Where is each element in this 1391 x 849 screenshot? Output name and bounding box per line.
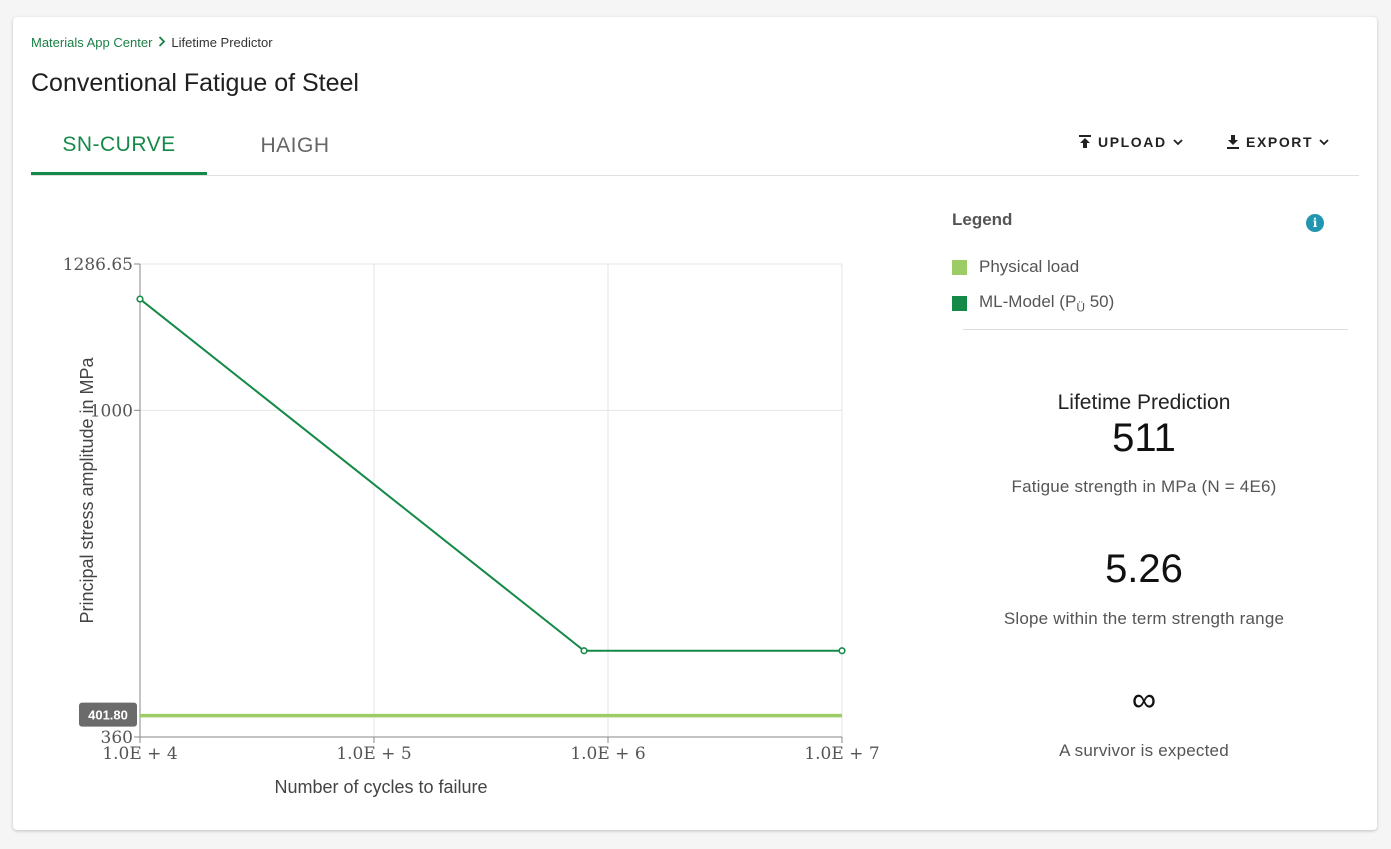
legend-label-ml-model-main: ML-Model (P bbox=[979, 292, 1077, 311]
info-icon[interactable]: i bbox=[1306, 214, 1324, 232]
legend-swatch-physical-load bbox=[952, 259, 967, 275]
sn-curve-chart: 1.0E + 4 1.0E + 5 1.0E + 6 1.0E + 71286.651… bbox=[63, 255, 880, 797]
upload-button[interactable]: UPLOAD bbox=[1078, 134, 1183, 150]
fatigue-strength-value: 511 bbox=[1112, 416, 1176, 460]
legend-title: Legend bbox=[952, 210, 1013, 229]
fatigue-strength-label: Fatigue strength in MPa (N = 4E6) bbox=[1011, 477, 1277, 496]
chevron-right-icon bbox=[158, 35, 166, 50]
legend-label-ml-model: ML-Model (PÜ 50) bbox=[979, 292, 1114, 314]
chevron-down-icon bbox=[1173, 138, 1183, 146]
y-axis-title: Principal stress amplitude in MPa bbox=[77, 356, 97, 623]
x-axis-title: Number of cycles to failure bbox=[274, 777, 487, 797]
survivor-label: A survivor is expected bbox=[1059, 741, 1229, 760]
x-tick-label: 1.0E + 5 bbox=[336, 744, 411, 764]
tab-sn-curve[interactable]: SN-CURVE bbox=[31, 117, 207, 175]
export-button[interactable]: EXPORT bbox=[1226, 134, 1329, 150]
upload-icon bbox=[1078, 134, 1092, 150]
breadcrumb-current: Lifetime Predictor bbox=[171, 35, 273, 50]
tab-haigh[interactable]: HAIGH bbox=[207, 117, 383, 174]
slope-label: Slope within the term strength range bbox=[1003, 609, 1285, 628]
data-point bbox=[838, 647, 846, 655]
breadcrumb: Materials App Center Lifetime Predictor bbox=[31, 35, 273, 50]
x-tick-label: 1.0E + 6 bbox=[570, 744, 645, 764]
value-badge-label: 401.80 bbox=[88, 708, 128, 723]
legend-item-physical-load: Physical load bbox=[952, 257, 1079, 277]
export-label: EXPORT bbox=[1246, 134, 1314, 150]
download-icon bbox=[1226, 134, 1240, 150]
series-line-ml-model bbox=[139, 298, 842, 652]
x-tick-label: 1.0E + 7 bbox=[804, 744, 879, 764]
data-point bbox=[580, 647, 588, 655]
legend-swatch-ml-model bbox=[952, 295, 967, 311]
y-tick-label: 360 bbox=[101, 728, 133, 748]
slope-value: 5.26 bbox=[1105, 547, 1183, 591]
page-title: Conventional Fatigue of Steel bbox=[31, 69, 359, 97]
legend-item-ml-model: ML-Model (PÜ 50) bbox=[952, 292, 1114, 314]
infinity-icon: ∞ bbox=[1131, 681, 1157, 719]
data-point bbox=[136, 295, 144, 303]
breadcrumb-link-materials-app-center[interactable]: Materials App Center bbox=[31, 35, 152, 50]
legend-label-ml-model-suffix: 50) bbox=[1084, 292, 1115, 311]
upload-label: UPLOAD bbox=[1098, 134, 1167, 150]
y-tick-label: 1286.65 bbox=[63, 255, 133, 275]
main-card: Materials App Center Lifetime Predictor … bbox=[13, 17, 1377, 830]
legend-label-physical-load: Physical load bbox=[979, 257, 1080, 276]
chevron-down-icon bbox=[1319, 138, 1329, 146]
legend-label-ml-model-subscript: Ü bbox=[1076, 300, 1085, 315]
legend-divider bbox=[963, 329, 1348, 330]
lifetime-prediction-title: Lifetime Prediction bbox=[1057, 391, 1231, 414]
